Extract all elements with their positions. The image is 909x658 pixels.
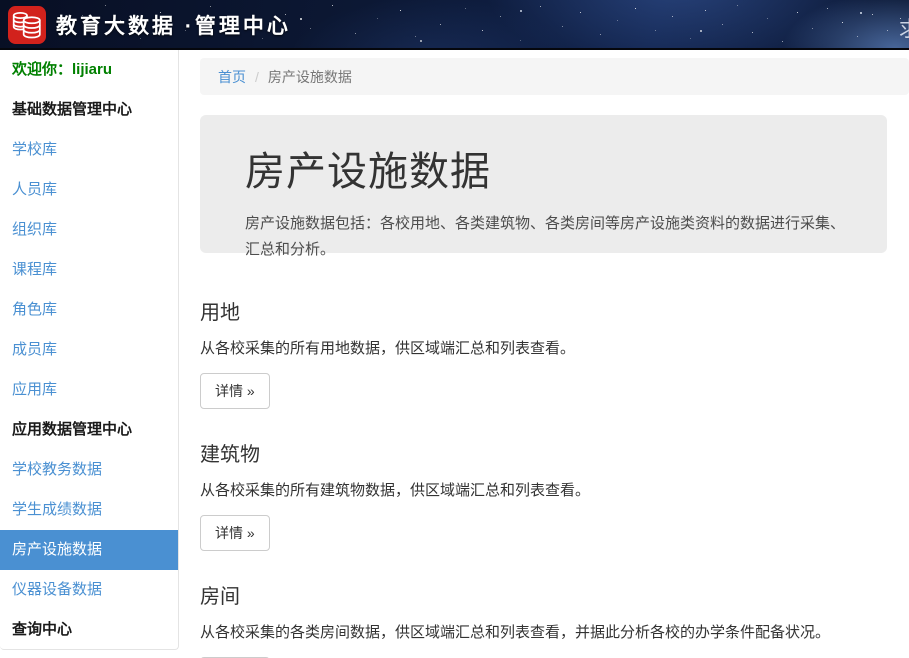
page-title: 房产设施数据 (245, 139, 842, 197)
app-title: 教育大数据 ·管理中心 (56, 10, 291, 40)
main-content: 首页 / 房产设施数据 房产设施数据 房产设施数据包括：各校用地、各类建筑物、各… (200, 50, 909, 658)
feature-building: 建筑物 从各校采集的所有建筑物数据，供区域端汇总和列表查看。 详情 » (200, 438, 909, 551)
page-hero: 房产设施数据 房产设施数据包括：各校用地、各类建筑物、各类房间等房产设施类资料的… (200, 115, 887, 253)
sidebar-item-personnel-library[interactable]: 人员库 (0, 170, 178, 210)
database-stack-icon (8, 6, 46, 44)
feature-land-description: 从各校采集的所有用地数据，供区域端汇总和列表查看。 (200, 337, 909, 358)
header-right-link-partial[interactable]: 求 (899, 13, 909, 43)
sidebar-item-school-library[interactable]: 学校库 (0, 130, 178, 170)
feature-building-title: 建筑物 (200, 438, 909, 467)
sidebar-item-course-library[interactable]: 课程库 (0, 250, 178, 290)
sidebar-item-instrument-equipment-data[interactable]: 仪器设备数据 (0, 570, 178, 610)
breadcrumb-current: 房产设施数据 (268, 67, 352, 87)
feature-building-details-button[interactable]: 详情 » (200, 515, 270, 551)
breadcrumb: 首页 / 房产设施数据 (200, 58, 909, 95)
sidebar-item-role-library[interactable]: 角色库 (0, 290, 178, 330)
sidebar-item-member-library[interactable]: 成员库 (0, 330, 178, 370)
feature-land: 用地 从各校采集的所有用地数据，供区域端汇总和列表查看。 详情 » (200, 296, 909, 409)
sidebar-section-app-data: 应用数据管理中心 (0, 410, 178, 450)
feature-list: 用地 从各校采集的所有用地数据，供区域端汇总和列表查看。 详情 » 建筑物 从各… (200, 296, 909, 658)
sidebar-nav: 欢迎你：lijiaru 基础数据管理中心 学校库 人员库 组织库 课程库 角色库… (0, 50, 179, 650)
sidebar-section-query-center: 查询中心 (0, 610, 178, 650)
feature-room-description: 从各校采集的各类房间数据，供区域端汇总和列表查看，并据此分析各校的办学条件配备状… (200, 621, 909, 642)
sidebar-item-property-facility-data[interactable]: 房产设施数据 (0, 530, 178, 570)
sidebar-item-organization-library[interactable]: 组织库 (0, 210, 178, 250)
sidebar-section-basic-data: 基础数据管理中心 (0, 90, 178, 130)
feature-room-title: 房间 (200, 580, 909, 609)
breadcrumb-separator: / (255, 69, 259, 85)
sidebar-item-school-academic-data[interactable]: 学校教务数据 (0, 450, 178, 490)
starfield-bright-decoration (0, 0, 2, 2)
sidebar-item-student-grades-data[interactable]: 学生成绩数据 (0, 490, 178, 530)
page-description: 房产设施数据包括：各校用地、各类建筑物、各类房间等房产设施类资料的数据进行采集、… (245, 211, 851, 264)
breadcrumb-home-link[interactable]: 首页 (218, 67, 246, 87)
feature-land-details-button[interactable]: 详情 » (200, 373, 270, 409)
sidebar-item-application-library[interactable]: 应用库 (0, 370, 178, 410)
welcome-user-text: 欢迎你：lijiaru (0, 50, 178, 90)
feature-building-description: 从各校采集的所有建筑物数据，供区域端汇总和列表查看。 (200, 479, 909, 500)
brand: 教育大数据 ·管理中心 (8, 6, 291, 44)
feature-room: 房间 从各校采集的各类房间数据，供区域端汇总和列表查看，并据此分析各校的办学条件… (200, 580, 909, 658)
app-header: 教育大数据 ·管理中心 求 (0, 0, 909, 50)
feature-land-title: 用地 (200, 296, 909, 325)
